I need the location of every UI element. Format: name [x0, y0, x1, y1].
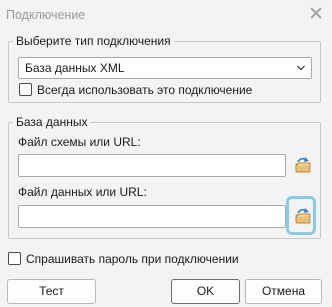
data-file-input[interactable]: [18, 205, 286, 228]
database-group: База данных Файл схемы или URL: Файл дан…: [8, 115, 321, 239]
ask-password-label: Спрашивать пароль при подключении: [26, 252, 239, 266]
connection-type-value: База данных XML: [25, 61, 125, 75]
connection-type-group: Выберите тип подключения База данных XML…: [8, 34, 321, 103]
database-legend: База данных: [13, 115, 91, 129]
title-bar: Подключение ✕: [0, 0, 332, 32]
ask-password-checkbox[interactable]: [8, 252, 21, 265]
connection-type-legend: Выберите тип подключения: [13, 34, 174, 48]
ok-button[interactable]: OK: [171, 279, 240, 304]
always-use-label: Всегда использовать это подключение: [37, 83, 253, 97]
test-button[interactable]: Тест: [7, 279, 96, 304]
always-use-checkbox[interactable]: [19, 83, 32, 96]
connection-dialog: Подключение ✕ Выберите тип подключения Б…: [0, 0, 332, 307]
data-file-label: Файл данных или URL:: [18, 185, 147, 199]
connection-type-select[interactable]: База данных XML: [18, 57, 312, 79]
schema-file-input[interactable]: [18, 154, 286, 177]
window-title: Подключение: [6, 8, 86, 22]
chevron-down-icon: [297, 65, 305, 71]
cancel-button[interactable]: Отмена: [245, 279, 322, 304]
schema-file-label: Файл схемы или URL:: [18, 135, 141, 149]
open-folder-icon: [295, 157, 311, 173]
browse-highlight: [286, 196, 316, 235]
close-icon[interactable]: ✕: [308, 3, 324, 27]
schema-browse-button[interactable]: [292, 154, 314, 176]
